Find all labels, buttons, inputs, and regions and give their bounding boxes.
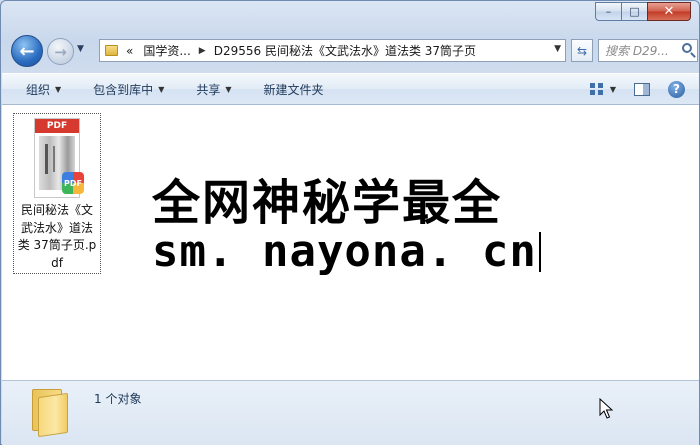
- banner-url: sm. nayona. cn: [152, 226, 541, 277]
- file-item-pdf[interactable]: PDF PDF 民间秘法《文武法水》道法类 37筒子页.pdf: [13, 113, 101, 274]
- watermark-banner: 全网神秘学最全 sm. nayona. cn: [149, 161, 554, 283]
- mouse-pointer-icon: [599, 398, 613, 419]
- address-bar[interactable]: « 国学资... ▶ D29556 民间秘法《文武法水》道法类 37筒子页 ▼: [99, 39, 566, 62]
- pdf-thumb-label: PDF: [35, 119, 79, 133]
- close-icon: ✕: [663, 4, 675, 19]
- forward-arrow-icon: →: [54, 42, 67, 61]
- forward-button[interactable]: →: [47, 38, 74, 65]
- item-count-status: 1 个对象: [94, 392, 142, 406]
- close-button[interactable]: ✕: [647, 2, 691, 21]
- chevron-down-icon: ▼: [158, 84, 165, 94]
- chevron-down-icon: ▼: [225, 84, 232, 94]
- organize-menu[interactable]: 组织 ▼: [26, 81, 61, 98]
- new-folder-button[interactable]: 新建文件夹: [264, 81, 324, 98]
- chevron-down-icon: ▼: [55, 84, 62, 94]
- banner-title: 全网神秘学最全: [152, 175, 503, 231]
- folder-icon: [30, 385, 70, 438]
- refresh-button[interactable]: ⇆: [571, 39, 593, 62]
- refresh-icon: ⇆: [576, 43, 588, 58]
- search-icon: [682, 43, 692, 53]
- back-arrow-icon: ←: [19, 40, 35, 62]
- breadcrumb-item-parent[interactable]: 国学资...: [143, 42, 190, 59]
- help-icon[interactable]: ?: [668, 80, 685, 98]
- banner-url-text: sm. nayona. cn: [152, 226, 537, 277]
- breadcrumb-overflow[interactable]: «: [126, 44, 133, 58]
- breadcrumb-separator-icon[interactable]: ▶: [199, 46, 206, 56]
- maximize-button[interactable]: □: [621, 2, 647, 21]
- address-dropdown-icon[interactable]: ▼: [554, 44, 561, 54]
- breadcrumb-item-current[interactable]: D29556 民间秘法《文武法水》道法类 37筒子页: [214, 42, 476, 59]
- text-caret: [538, 232, 541, 272]
- navigation-bar: ← → ▼ « 国学资... ▶ D29556 民间秘法《文武法水》道法类 37…: [11, 35, 698, 67]
- maximize-icon: □: [629, 5, 640, 18]
- window-caption-buttons: – □ ✕: [595, 2, 691, 21]
- pdf-app-icon: PDF: [62, 172, 84, 194]
- view-controls: ▼ ?: [589, 74, 699, 104]
- organize-label: 组织: [26, 82, 51, 97]
- view-dropdown-icon[interactable]: ▼: [610, 85, 616, 94]
- search-placeholder: 搜索 D29...: [605, 44, 669, 58]
- explorer-window: – □ ✕ ← → ▼ « 国学资... ▶ D29556 民间秘法《文武法水》…: [0, 0, 700, 445]
- back-button[interactable]: ←: [11, 35, 43, 67]
- include-in-library-menu[interactable]: 包含到库中 ▼: [93, 81, 164, 98]
- folder-icon: [105, 45, 118, 56]
- command-bar: 组织 ▼ 包含到库中 ▼ 共享 ▼ 新建文件夹 ▼ ?: [2, 73, 699, 105]
- minimize-button[interactable]: –: [595, 2, 621, 21]
- details-pane: 1 个对象: [2, 380, 699, 445]
- share-menu[interactable]: 共享 ▼: [196, 81, 231, 98]
- view-options-icon[interactable]: [589, 83, 604, 95]
- preview-pane-icon[interactable]: [634, 82, 650, 96]
- chevron-down-icon: ▼: [77, 44, 84, 54]
- include-in-library-label: 包含到库中: [93, 82, 154, 97]
- file-list-pane[interactable]: PDF PDF 民间秘法《文武法水》道法类 37筒子页.pdf 全网神秘学最全 …: [2, 105, 699, 380]
- share-label: 共享: [196, 82, 221, 97]
- recent-pages-dropdown[interactable]: ▼: [77, 44, 84, 54]
- new-folder-label: 新建文件夹: [263, 82, 324, 97]
- search-input[interactable]: 搜索 D29...: [598, 39, 698, 62]
- minimize-icon: –: [605, 5, 612, 18]
- file-name: 民间秘法《文武法水》道法类 37筒子页.pdf: [17, 203, 97, 270]
